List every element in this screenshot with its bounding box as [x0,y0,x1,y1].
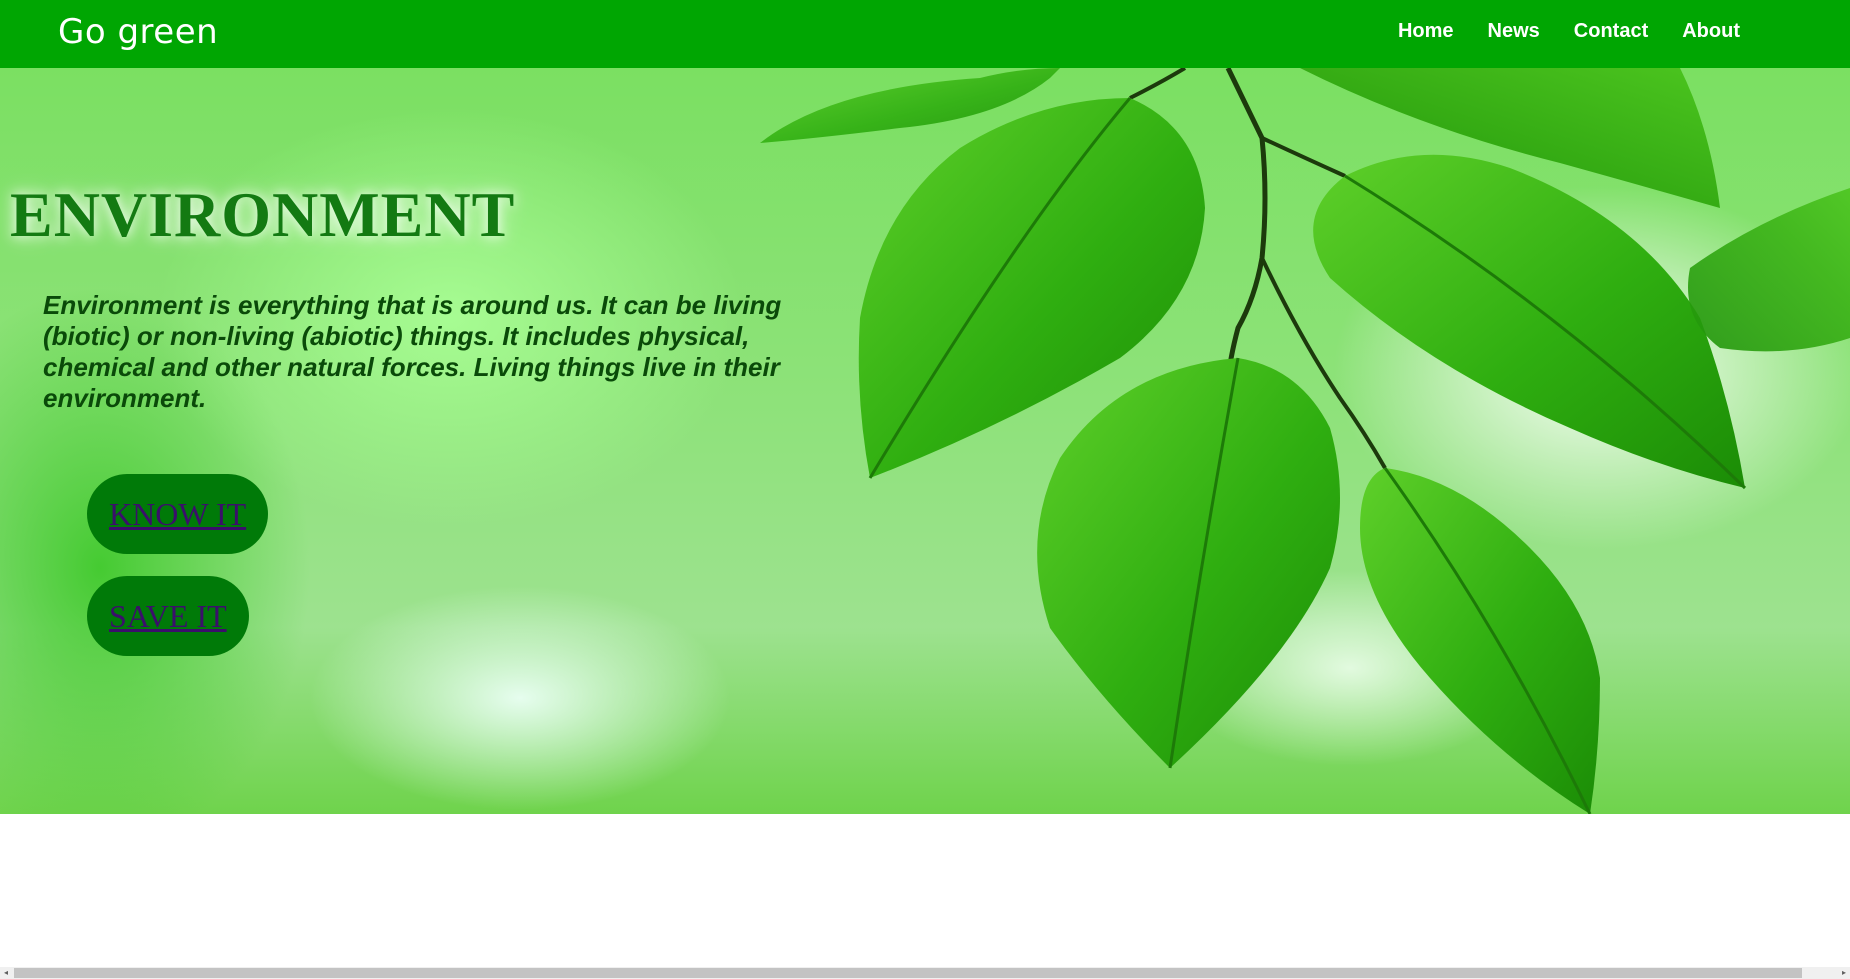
hero-section: ENVIRONMENT Environment is everything th… [0,68,1850,814]
nav-contact[interactable]: Contact [1574,20,1648,43]
scrollbar-thumb[interactable] [14,968,1802,978]
main-nav: Home News Contact About [1398,20,1740,43]
brand-logo[interactable]: Go green [58,12,218,52]
know-it-link[interactable]: KNOW IT [109,496,246,533]
hero-description: Environment is everything that is around… [43,290,782,413]
top-navbar: Go green Home News Contact About [0,0,1850,68]
save-it-button[interactable]: SAVE IT [87,576,249,656]
nav-news[interactable]: News [1488,20,1540,43]
leaf-shape [1688,188,1850,352]
save-it-link[interactable]: SAVE IT [109,598,227,635]
nav-home[interactable]: Home [1398,20,1454,43]
scroll-left-arrow-icon[interactable]: ◂ [0,968,12,978]
know-it-button[interactable]: KNOW IT [87,474,269,554]
leaf-shape [1313,154,1745,488]
hero-title: ENVIRONMENT [10,179,516,250]
leaf-shape [1037,358,1340,768]
nav-about[interactable]: About [1682,20,1740,43]
horizontal-scrollbar[interactable]: ◂ ▸ [0,967,1850,979]
scroll-right-arrow-icon[interactable]: ▸ [1838,968,1850,978]
